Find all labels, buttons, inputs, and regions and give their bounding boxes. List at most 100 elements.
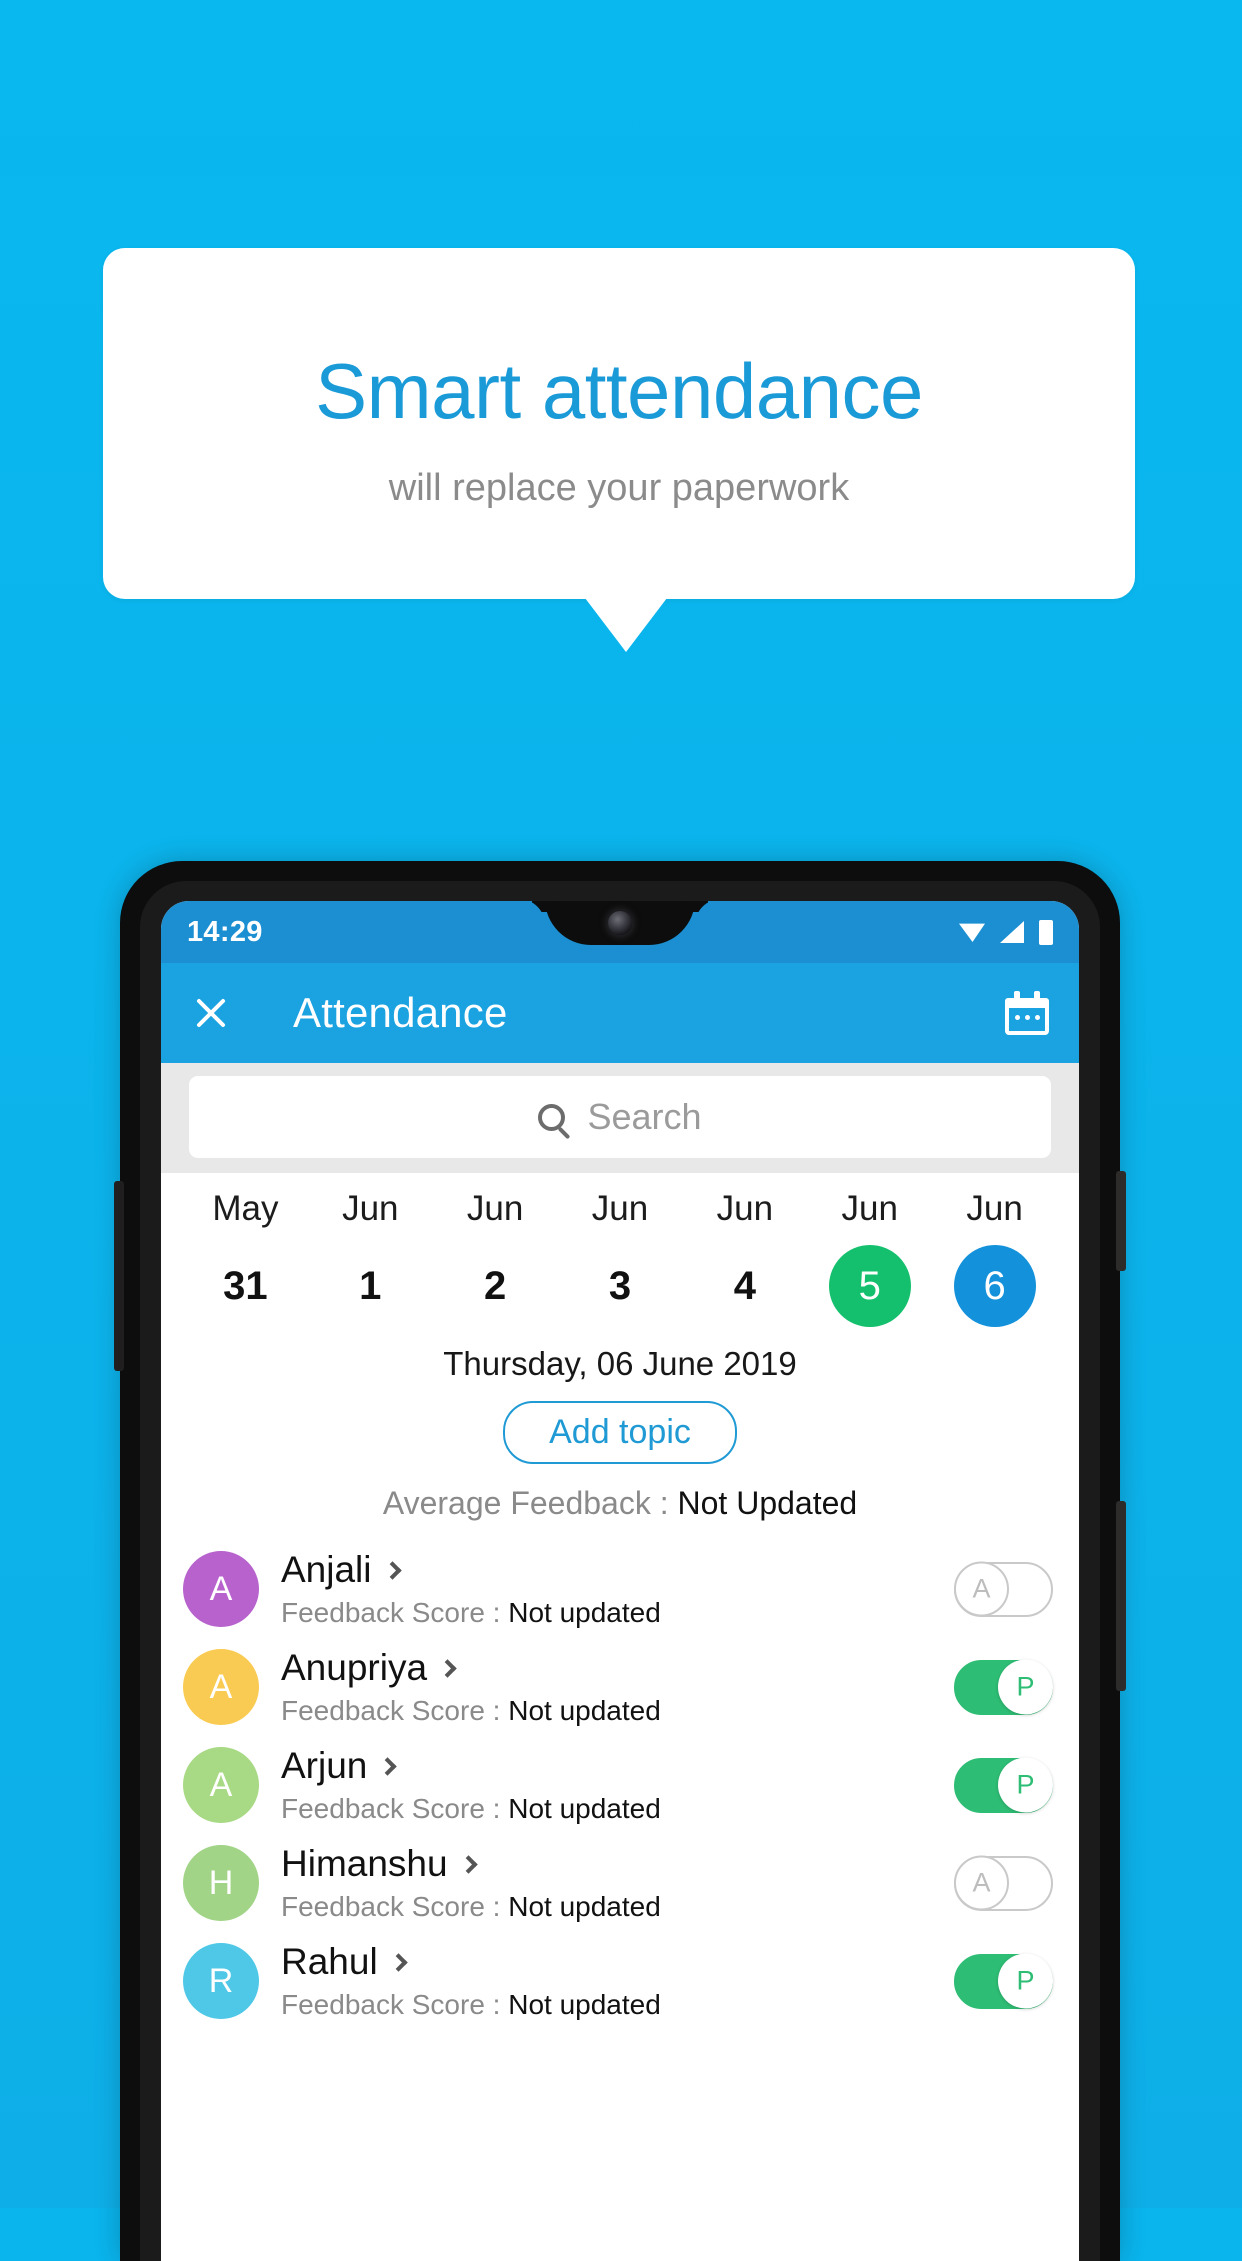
- feedback-label: Feedback Score :: [281, 1793, 509, 1824]
- date-number[interactable]: 6: [953, 1245, 1036, 1327]
- promo-subtitle: will replace your paperwork: [388, 466, 850, 509]
- date-month: Jun: [342, 1189, 399, 1228]
- date-number[interactable]: 4: [704, 1245, 786, 1327]
- date-cell[interactable]: Jun 4: [682, 1189, 807, 1327]
- date-month: May: [212, 1189, 279, 1228]
- add-topic-button[interactable]: Add topic: [503, 1401, 737, 1464]
- attendance-toggle[interactable]: P: [954, 1757, 1053, 1813]
- calendar-header: [1005, 998, 1049, 1008]
- status-time: 14:29: [187, 915, 263, 948]
- phone-mockup: 14:29 Attendance Search May 31 Jun 1 Jun…: [114, 861, 1126, 2261]
- student-name-line[interactable]: Arjun: [281, 1745, 954, 1787]
- student-name: Anjali: [281, 1549, 372, 1590]
- date-month: Jun: [466, 1189, 524, 1228]
- feedback-value: Not updated: [508, 1695, 661, 1726]
- average-feedback: Average Feedback : Not Updated: [161, 1485, 1079, 1522]
- avatar: A: [183, 1649, 259, 1725]
- student-name: Anupriya: [281, 1647, 428, 1688]
- promo-title: Smart attendance: [315, 347, 923, 436]
- front-camera: [608, 911, 632, 935]
- status-bar: 14:29: [161, 901, 1079, 963]
- date-strip[interactable]: May 31 Jun 1 Jun 2 Jun 3 Jun 4 Jun 5 Jun 6: [161, 1173, 1079, 1333]
- feedback-label: Feedback Score :: [281, 1695, 509, 1726]
- chevron-right-icon[interactable]: [378, 1756, 398, 1776]
- chevron-right-icon[interactable]: [388, 1952, 408, 1972]
- signal-icon: [1000, 921, 1024, 943]
- phone-notch: [545, 901, 695, 945]
- close-icon[interactable]: [191, 993, 231, 1033]
- feedback-value: Not updated: [508, 1793, 661, 1824]
- student-name-line[interactable]: Anjali: [281, 1549, 954, 1591]
- search-placeholder: Search: [587, 1096, 702, 1137]
- average-feedback-label: Average Feedback :: [382, 1485, 678, 1521]
- student-feedback: Feedback Score : Not updated: [281, 1695, 954, 1727]
- student-name-line[interactable]: Rahul: [281, 1941, 954, 1983]
- date-number[interactable]: 1: [329, 1245, 411, 1327]
- search-icon: [538, 1103, 566, 1131]
- date-month: Jun: [966, 1189, 1023, 1228]
- date-month: Jun: [841, 1189, 898, 1228]
- student-row[interactable]: A Anupriya Feedback Score : Not updated P: [161, 1638, 1079, 1736]
- student-name-line[interactable]: Anupriya: [281, 1647, 954, 1689]
- date-number[interactable]: 5: [828, 1245, 911, 1327]
- date-cell[interactable]: May 31: [183, 1189, 308, 1327]
- chevron-right-icon[interactable]: [382, 1560, 402, 1580]
- phone-power-button: [1116, 1171, 1126, 1271]
- student-row[interactable]: A Anjali Feedback Score : Not updated A: [161, 1540, 1079, 1638]
- student-info: Rahul Feedback Score : Not updated: [281, 1941, 954, 2021]
- attendance-toggle[interactable]: P: [954, 1953, 1053, 2009]
- student-feedback: Feedback Score : Not updated: [281, 1793, 954, 1825]
- phone-screen: 14:29 Attendance Search May 31 Jun 1 Jun…: [161, 901, 1079, 2261]
- attendance-toggle[interactable]: A: [954, 1561, 1053, 1617]
- student-row[interactable]: R Rahul Feedback Score : Not updated P: [161, 1932, 1079, 2030]
- calendar-icon[interactable]: [1005, 991, 1049, 1035]
- date-cell[interactable]: Jun 2: [433, 1189, 558, 1327]
- attendance-toggle[interactable]: P: [954, 1659, 1053, 1715]
- student-feedback: Feedback Score : Not updated: [281, 1597, 954, 1629]
- selected-date-label: Thursday, 06 June 2019: [443, 1345, 797, 1382]
- student-info: Anjali Feedback Score : Not updated: [281, 1549, 954, 1629]
- attendance-toggle-knob: P: [998, 1757, 1053, 1813]
- calendar-dots: [1005, 1015, 1049, 1020]
- search-input[interactable]: Search: [189, 1076, 1051, 1158]
- date-cell[interactable]: Jun 1: [308, 1189, 433, 1327]
- student-name: Himanshu: [281, 1843, 448, 1884]
- average-feedback-value: Not Updated: [677, 1485, 858, 1521]
- status-icons: [959, 919, 1053, 945]
- feedback-label: Feedback Score :: [281, 1597, 509, 1628]
- feedback-value: Not updated: [508, 1891, 661, 1922]
- student-feedback: Feedback Score : Not updated: [281, 1989, 954, 2021]
- student-name-line[interactable]: Himanshu: [281, 1843, 954, 1885]
- promo-card: Smart attendance will replace your paper…: [103, 248, 1135, 599]
- student-info: Arjun Feedback Score : Not updated: [281, 1745, 954, 1825]
- student-info: Himanshu Feedback Score : Not updated: [281, 1843, 954, 1923]
- date-cell[interactable]: Jun 5: [807, 1189, 932, 1327]
- date-number[interactable]: 31: [204, 1245, 286, 1327]
- attendance-toggle-knob: P: [998, 1659, 1053, 1715]
- student-row[interactable]: A Arjun Feedback Score : Not updated P: [161, 1736, 1079, 1834]
- student-info: Anupriya Feedback Score : Not updated: [281, 1647, 954, 1727]
- phone-left-button: [114, 1181, 124, 1371]
- student-list: A Anjali Feedback Score : Not updated A A Anu…: [161, 1540, 1079, 2030]
- date-number[interactable]: 2: [454, 1245, 536, 1327]
- feedback-value: Not updated: [508, 1989, 661, 2020]
- chevron-right-icon[interactable]: [458, 1854, 478, 1874]
- chevron-right-icon[interactable]: [438, 1658, 457, 1678]
- student-feedback: Feedback Score : Not updated: [281, 1891, 954, 1923]
- date-cell[interactable]: Jun 3: [558, 1189, 683, 1327]
- attendance-toggle-knob: A: [954, 1561, 1009, 1617]
- date-month: Jun: [716, 1189, 774, 1228]
- battery-icon: [1039, 919, 1053, 945]
- date-number[interactable]: 3: [579, 1245, 661, 1327]
- feedback-label: Feedback Score :: [281, 1891, 509, 1922]
- app-bar: Attendance: [161, 963, 1079, 1063]
- promo-page: Smart attendance will replace your paper…: [0, 0, 1242, 2261]
- attendance-toggle[interactable]: A: [954, 1855, 1053, 1911]
- avatar: A: [183, 1551, 259, 1627]
- feedback-value: Not updated: [508, 1597, 661, 1628]
- page-title: Attendance: [293, 989, 508, 1036]
- student-row[interactable]: H Himanshu Feedback Score : Not updated A: [161, 1834, 1079, 1932]
- promo-card-tail: [585, 598, 667, 652]
- date-cell[interactable]: Jun 6: [932, 1189, 1057, 1327]
- date-month: Jun: [591, 1189, 649, 1228]
